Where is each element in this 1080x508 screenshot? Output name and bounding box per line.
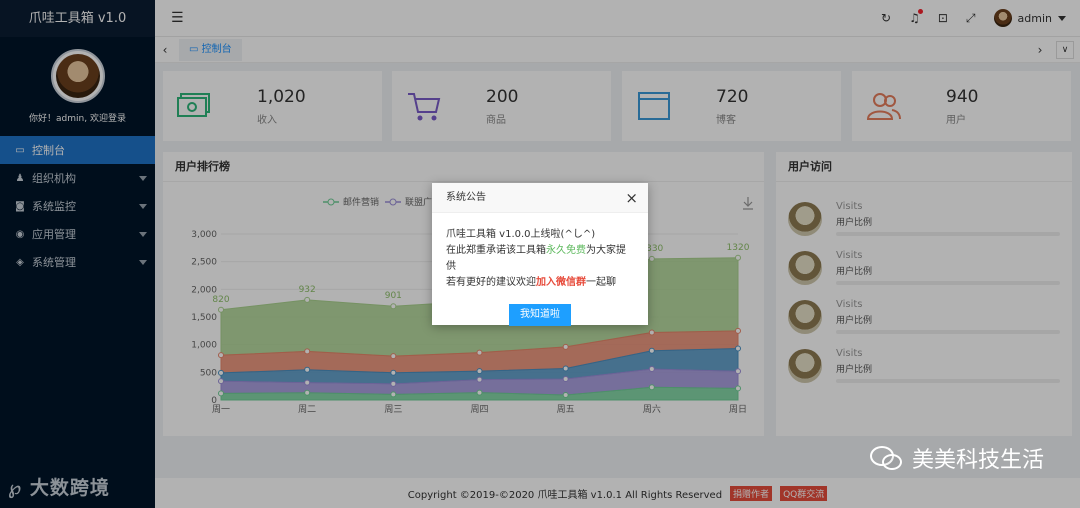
- modal-text: 一起聊: [586, 277, 616, 288]
- wechat-icon: [869, 444, 904, 472]
- close-icon[interactable]: ×: [625, 183, 638, 213]
- modal-line-1: 爪哇工具箱 v1.0.0上线啦(^し^): [446, 229, 596, 240]
- announcement-modal: 系统公告 × 爪哇工具箱 v1.0.0上线啦(^し^) 在此郑重承诺该工具箱永久…: [432, 183, 648, 326]
- modal-line-3: 若有更好的建议欢迎加入微信群一起聊: [446, 275, 634, 291]
- modal-header: 系统公告 ×: [432, 183, 648, 213]
- app-root: 爪哇工具箱 v1.0 你好！admin, 欢迎登录 ▭ 控制台 ♟ 组织机构 ◙…: [0, 0, 1080, 508]
- watermark: 美美科技生活: [869, 442, 1044, 474]
- join-wechat-link[interactable]: 加入微信群: [536, 277, 586, 288]
- highlight-free: 永久免费: [546, 245, 586, 256]
- modal-body: 爪哇工具箱 v1.0.0上线啦(^し^) 在此郑重承诺该工具箱永久免费为大家提供…: [432, 213, 648, 326]
- modal-title: 系统公告: [446, 192, 486, 203]
- modal-text: 若有更好的建议欢迎: [446, 277, 536, 288]
- modal-text: 在此郑重承诺该工具箱: [446, 245, 546, 256]
- watermark-text: 美美科技生活: [911, 448, 1044, 473]
- acknowledge-button[interactable]: 我知道啦: [509, 304, 571, 326]
- modal-line-2: 在此郑重承诺该工具箱永久免费为大家提供: [446, 243, 634, 275]
